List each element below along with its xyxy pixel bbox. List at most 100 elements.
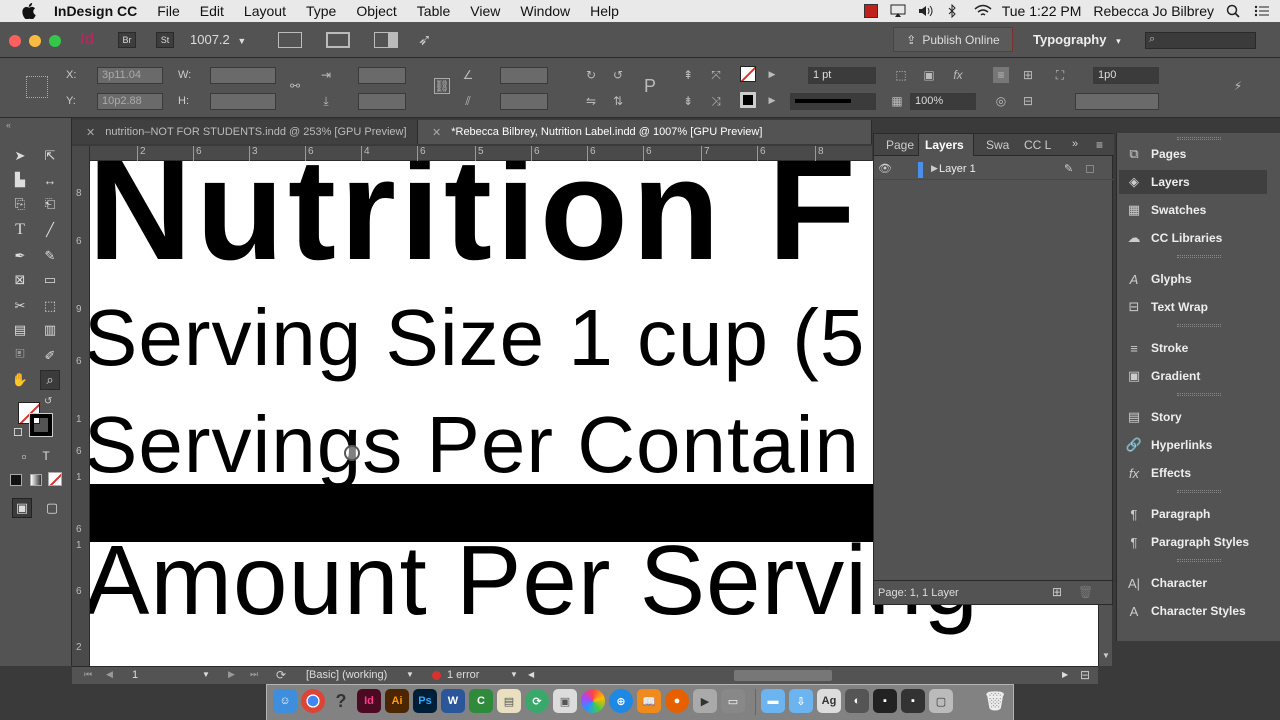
rotate-ccw-icon[interactable]: ↺ [610, 67, 626, 83]
wifi-icon[interactable] [974, 4, 992, 18]
dock-item-cc-libraries[interactable]: ☁ CC Libraries [1125, 226, 1223, 250]
dock-item-story[interactable]: ▤ Story [1125, 405, 1182, 429]
dock-item-text-wrap[interactable]: ⊟ Text Wrap [1125, 295, 1208, 319]
frame-fit-icon[interactable]: ⬚ [893, 67, 909, 83]
trash-icon[interactable]: 🗑 [983, 689, 1007, 713]
menu-edit[interactable]: Edit [200, 3, 224, 19]
rotate-cw-icon[interactable]: ↻ [583, 67, 599, 83]
scale-x-field[interactable] [358, 67, 406, 84]
chevron-down-icon[interactable]: ▼ [406, 670, 414, 679]
menu-object[interactable]: Object [356, 3, 396, 19]
tab-cc-libraries[interactable]: CC L [1018, 134, 1057, 156]
content-placer-icon[interactable]: ⎗ [40, 194, 60, 214]
pencil-tool-icon[interactable]: ✎ [40, 246, 60, 266]
fill-none-swatch-icon[interactable] [740, 66, 756, 82]
flip-horizontal-icon[interactable]: ⇋ [583, 93, 599, 109]
zoom-tool-icon[interactable]: ⌕ [40, 370, 60, 390]
minimize-window-button[interactable] [29, 35, 41, 47]
apply-none-icon[interactable] [48, 472, 62, 486]
airplay-icon[interactable] [890, 4, 906, 18]
width-field[interactable] [210, 67, 276, 84]
quick-apply-icon[interactable]: ⚡ [1230, 78, 1246, 94]
link-icon[interactable]: ⛓ [434, 78, 450, 94]
hand-tool-icon[interactable]: ✋ [10, 370, 30, 390]
layer-name[interactable]: Layer 1 [939, 163, 976, 175]
height-field[interactable] [210, 93, 276, 110]
tab-nutrition-label[interactable]: ✕ *Rebecca Bilbrey, Nutrition Label.indd… [418, 120, 872, 144]
camtasia-app-icon[interactable]: C [469, 689, 493, 713]
menu-type[interactable]: Type [306, 3, 336, 19]
photoshop-app-icon[interactable]: Ps [413, 689, 437, 713]
notification-center-icon[interactable] [1254, 4, 1270, 18]
illustrator-app-icon[interactable]: Ai [385, 689, 409, 713]
content-collector-icon[interactable]: ⎘ [10, 194, 30, 214]
zoom-window-button[interactable] [49, 35, 61, 47]
note-tool-icon[interactable]: 🗉 [10, 346, 30, 366]
layer-row[interactable]: 👁 ▶ Layer 1 ✎ [874, 160, 1114, 180]
type-tool-icon[interactable]: T [10, 220, 30, 240]
shear-angle-icon[interactable]: ⫽ [460, 93, 476, 109]
page-number-field[interactable]: 1 [132, 669, 138, 681]
help-icon[interactable]: ? [329, 689, 353, 713]
dock-item-swatches[interactable]: ▦ Swatches [1125, 198, 1207, 222]
scroll-right-arrow-icon[interactable]: ▶ [1062, 670, 1068, 679]
opacity-field[interactable]: 100% [910, 93, 976, 110]
servings-per-container-line[interactable]: Servings Per Contain [90, 400, 860, 490]
default-fill-stroke-icon[interactable] [14, 428, 22, 436]
spotlight-search-icon[interactable] [1226, 4, 1242, 18]
pen-tool-icon[interactable]: ✒ [10, 246, 30, 266]
window-stack-icon[interactable]: ▢ [929, 689, 953, 713]
preflight-profile-icon[interactable]: ⟳ [276, 668, 286, 682]
tab-nutrition-master[interactable]: ✕ nutrition–NOT FOR STUDENTS.indd @ 253%… [72, 120, 418, 144]
x-position-field[interactable]: 3p11.04 [97, 67, 163, 84]
safari-app-icon[interactable]: ⊕ [609, 689, 633, 713]
gap-tool-icon[interactable]: ↔ [40, 170, 60, 190]
app-name[interactable]: InDesign CC [54, 3, 137, 19]
apply-gradient-icon[interactable] [30, 474, 42, 486]
stroke-swatch-icon[interactable] [740, 92, 756, 108]
align-icon[interactable]: ◎ [993, 93, 1009, 109]
distribute-icon[interactable]: ⊟ [1020, 93, 1036, 109]
text-wrap-box-icon[interactable]: ⊞ [1020, 67, 1036, 83]
scroll-down-arrow-icon[interactable]: ▼ [1102, 651, 1110, 660]
photo-stack-icon[interactable]: ◐ [845, 689, 869, 713]
rotation-field[interactable] [500, 67, 548, 84]
menu-table[interactable]: Table [417, 3, 450, 19]
expand-triangle-icon[interactable]: ▶ [931, 163, 938, 174]
constrain-proportions-icon[interactable]: ⚯ [287, 78, 303, 94]
downloads-folder-icon[interactable]: ⇩ [789, 689, 813, 713]
bridge-button[interactable]: Br [118, 32, 136, 48]
rectangle-frame-tool-icon[interactable]: ⊠ [10, 270, 30, 290]
select-next-icon[interactable]: ⤨ [708, 93, 724, 109]
dock-item-layers[interactable]: ◈ Layers [1119, 170, 1267, 194]
free-transform-tool-icon[interactable]: ⬚ [40, 296, 60, 316]
menu-help[interactable]: Help [590, 3, 619, 19]
rotate-angle-icon[interactable]: ∠ [460, 67, 476, 83]
record-icon[interactable] [863, 4, 878, 18]
gradient-feather-tool-icon[interactable]: ▥ [40, 320, 60, 340]
folder-icon[interactable]: ▬ [761, 689, 785, 713]
line-tool-icon[interactable]: ╱ [40, 220, 60, 240]
help-search-input[interactable]: ⌕ [1145, 32, 1256, 49]
drop-shadow-icon[interactable]: ▣ [921, 67, 937, 83]
acrobat-folder-icon[interactable]: Ag [817, 689, 841, 713]
stock-button[interactable]: St [156, 32, 174, 48]
close-tab-icon[interactable]: ✕ [86, 126, 95, 139]
page-tool-icon[interactable]: ▙ [10, 170, 30, 190]
scale-x-icon[interactable]: ⇥ [318, 67, 334, 83]
serving-size-line[interactable]: Serving Size 1 cup (5 [90, 293, 865, 383]
scroll-left-arrow-icon[interactable]: ◀ [528, 670, 534, 679]
preview-app-icon[interactable]: ▣ [553, 689, 577, 713]
formatting-container-icon[interactable]: ▫ [14, 446, 34, 466]
collapse-toolbox-icon[interactable]: « [6, 120, 11, 130]
preview-mode-icon[interactable]: ▢ [42, 498, 62, 518]
screenshot-stack-icon[interactable]: ▪ [901, 689, 925, 713]
terminal-stack-icon[interactable]: ▪ [873, 689, 897, 713]
apply-color-icon[interactable] [10, 474, 22, 486]
view-options-icon[interactable] [278, 32, 302, 48]
split-window-icon[interactable]: ⊟ [1080, 668, 1090, 682]
new-layer-icon[interactable]: ⊞ [1052, 585, 1062, 599]
vertical-scrollbar[interactable]: ▼ [1098, 605, 1112, 666]
gap-field[interactable]: 1p0 [1093, 67, 1159, 84]
next-page-icon[interactable]: ▶ [228, 669, 235, 680]
